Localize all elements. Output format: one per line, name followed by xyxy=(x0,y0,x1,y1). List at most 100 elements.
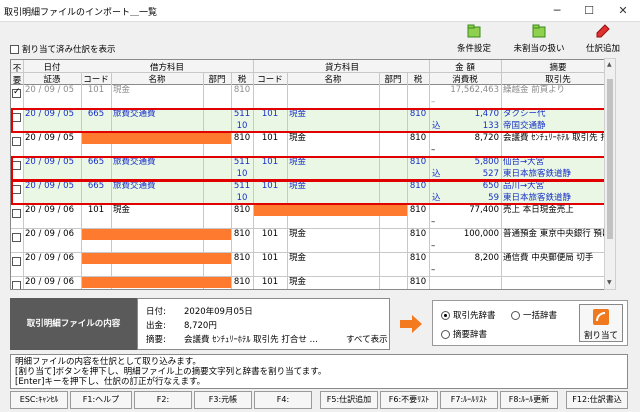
row-unused-checkbox[interactable] xyxy=(12,281,21,289)
header-unused: 不要 xyxy=(12,64,22,86)
row-debit-tax[interactable]: 810 xyxy=(231,253,253,264)
unassigned-marker[interactable] xyxy=(254,205,407,216)
add-entry-button[interactable]: 仕訳追加 xyxy=(578,24,628,56)
row-unused-checkbox[interactable] xyxy=(12,209,21,218)
unassigned-handling-button[interactable]: 未割当の扱い xyxy=(511,24,567,56)
row-debit-name[interactable]: 現金 xyxy=(113,205,130,216)
highlight-box xyxy=(11,180,613,205)
row-date[interactable]: 20 / 09 / 06 xyxy=(25,205,74,216)
row-credit-code[interactable]: 101 xyxy=(253,133,287,144)
message-line-1: 明細ファイルの内容を仕訳として取り込みます。 xyxy=(15,357,201,367)
row-summary[interactable]: 通信費 中央郵便局 切手 xyxy=(503,253,593,264)
fkey-f7-rule-list[interactable]: F7:ﾙｰﾙﾘｽﾄ xyxy=(440,391,498,409)
row-credit-tax[interactable]: 810 xyxy=(407,277,429,288)
radio-partner-dict[interactable] xyxy=(441,311,450,320)
show-assigned-label: 割り当て済み仕訳を表示 xyxy=(22,45,116,55)
message-line-3: [Enter]キーを押下し、仕訳の訂正が行なえます。 xyxy=(15,377,206,387)
row-credit-name[interactable]: 現金 xyxy=(289,229,306,240)
option-partner-dict[interactable]: 取引先辞書 xyxy=(441,309,496,321)
row-debit-tax[interactable]: 810 xyxy=(231,277,253,288)
row-debit-tax[interactable]: 810 xyxy=(231,85,253,96)
row-credit-code[interactable]: 101 xyxy=(253,229,287,240)
unassigned-marker[interactable] xyxy=(82,253,231,264)
detail-panel-label: 取引明細ファイルの内容 xyxy=(10,298,137,350)
fkey-f6-unused-list[interactable]: F6:不要ﾘｽﾄ xyxy=(380,391,438,409)
row-summary[interactable]: 繰越金 前頁より xyxy=(503,85,565,96)
row-summary[interactable]: 普通預金 東京中央銀行 預け入 xyxy=(503,229,613,240)
row-credit-code[interactable]: 101 xyxy=(253,253,287,264)
window-title: 取引明細ファイルのインポート＿一覧 xyxy=(4,8,158,18)
row-debit-tax[interactable]: 810 xyxy=(231,205,253,216)
option-summary-dict[interactable]: 摘要辞書 xyxy=(441,328,487,340)
row-unused-checkbox[interactable] xyxy=(12,87,21,98)
fkey-f4[interactable]: F4: xyxy=(254,391,312,409)
row-debit-tax[interactable]: 810 xyxy=(231,133,253,144)
row-tax-dash: – xyxy=(431,217,436,227)
row-credit-name[interactable]: 現金 xyxy=(289,277,306,288)
fkey-f3-ledger[interactable]: F3:元帳 xyxy=(194,391,252,409)
unassigned-marker[interactable] xyxy=(82,133,231,144)
row-unused-checkbox[interactable] xyxy=(12,137,21,146)
fkey-esc-cancel[interactable]: ESC:ｷｬﾝｾﾙ xyxy=(10,391,68,409)
condition-settings-button[interactable]: 条件設定 xyxy=(449,24,499,56)
row-date[interactable]: 20 / 09 / 06 xyxy=(25,253,74,264)
row-credit-tax[interactable]: 810 xyxy=(407,229,429,240)
option-bulk-dict[interactable]: 一括辞書 xyxy=(511,309,557,321)
fkey-f12-write[interactable]: F12:仕訳書込 xyxy=(566,391,628,409)
row-credit-tax[interactable]: 810 xyxy=(407,253,429,264)
row-amount[interactable]: 77,400 xyxy=(431,205,499,216)
row-credit-tax[interactable]: 810 xyxy=(407,205,429,216)
row-credit-name[interactable]: 現金 xyxy=(289,253,306,264)
maximize-button[interactable]: ☐ xyxy=(572,0,606,22)
row-date[interactable]: 20 / 09 / 06 xyxy=(25,229,74,240)
show-assigned-checkbox[interactable] xyxy=(10,45,19,54)
row-summary[interactable]: 売上 本日現金売上 xyxy=(503,205,574,216)
row-unused-checkbox[interactable] xyxy=(12,233,21,242)
row-amount[interactable]: 100,000 xyxy=(431,229,499,240)
unassigned-marker[interactable] xyxy=(82,277,231,288)
row-amount[interactable]: 8,200 xyxy=(431,253,499,264)
row-debit-code[interactable]: 101 xyxy=(81,85,111,96)
highlight-box xyxy=(11,156,613,181)
detail-date-label: 日付: xyxy=(146,307,166,317)
scroll-down-icon[interactable]: ▼ xyxy=(607,279,612,286)
close-button[interactable]: ✕ xyxy=(606,0,640,22)
row-amount[interactable]: 8,720 xyxy=(431,133,499,144)
assign-button-label: 割り当て xyxy=(583,331,618,341)
radio-summary-dict[interactable] xyxy=(441,330,450,339)
row-tax-dash: – xyxy=(431,265,436,275)
fkey-f2[interactable]: F2: xyxy=(134,391,192,409)
detail-panel: 日付: 2020年09月05日 出金: 8,720円 摘要: 会議費 ｾﾝﾁｭﾘ… xyxy=(137,298,390,350)
assign-button[interactable]: 割り当て xyxy=(579,304,623,342)
vertical-scrollbar[interactable]: ▲ ▼ xyxy=(604,58,616,290)
detail-out-label: 出金: xyxy=(146,321,166,331)
show-all-link[interactable]: すべて表示 xyxy=(346,333,388,345)
fkey-f8-rule-update[interactable]: F8:ﾙｰﾙ更新 xyxy=(500,391,558,409)
row-date[interactable]: 20 / 09 / 05 xyxy=(25,133,74,144)
scroll-up-icon[interactable]: ▲ xyxy=(607,61,612,68)
show-assigned-filter[interactable]: 割り当て済み仕訳を表示 xyxy=(10,43,116,55)
row-debit-name[interactable]: 現金 xyxy=(113,85,130,96)
message-box: 明細ファイルの内容を仕訳として取り込みます。 [割り当て]ボタンを押下し、明細フ… xyxy=(10,354,628,389)
row-credit-name[interactable]: 現金 xyxy=(289,133,306,144)
minimize-button[interactable]: ─ xyxy=(540,0,574,22)
journal-grid[interactable]: 不要 日付 証憑 借方科目 コード 名称 部門 税 貸方科目 コード 名称 部門… xyxy=(10,59,614,290)
row-date[interactable]: 20 / 09 / 05 xyxy=(25,85,74,96)
row-unused-checkbox[interactable] xyxy=(12,257,21,266)
fkey-f1-help[interactable]: F1:ヘルプ xyxy=(70,391,132,409)
pencil-icon xyxy=(596,24,610,38)
detail-out-value: 8,720円 xyxy=(184,321,217,331)
row-date[interactable]: 20 / 09 / 06 xyxy=(25,277,74,288)
unassigned-marker[interactable] xyxy=(82,229,231,240)
row-debit-code[interactable]: 101 xyxy=(81,205,111,216)
row-credit-tax[interactable]: 810 xyxy=(407,133,429,144)
fkey-f5-add-entry[interactable]: F5:仕訳追加 xyxy=(320,391,378,409)
option-summary-dict-label: 摘要辞書 xyxy=(453,330,488,340)
row-summary[interactable]: 会議費 ｾﾝﾁｭﾘｰﾎﾃﾙ 取引先 打 xyxy=(503,133,609,144)
row-debit-tax[interactable]: 810 xyxy=(231,229,253,240)
row-amount[interactable]: 17,562,463 xyxy=(431,85,499,96)
radio-bulk-dict[interactable] xyxy=(511,311,520,320)
row-credit-code[interactable]: 101 xyxy=(253,277,287,288)
scroll-thumb[interactable] xyxy=(607,79,613,239)
option-bulk-dict-label: 一括辞書 xyxy=(523,311,558,321)
